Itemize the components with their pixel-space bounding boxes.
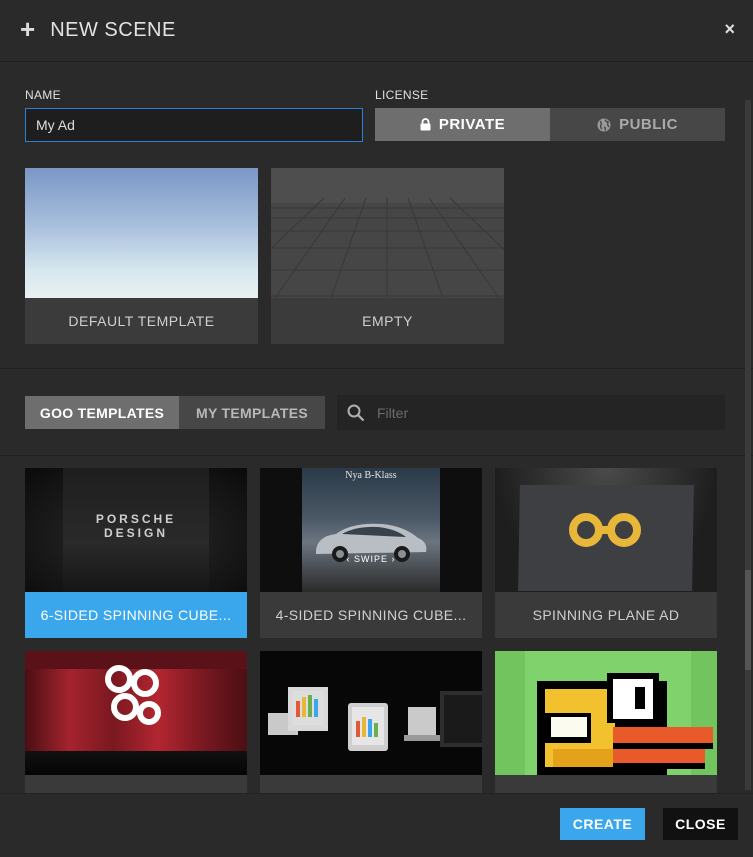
license-toggle: PRIVATE PUBLIC [375, 108, 725, 141]
goo-white-logo-icon [105, 665, 161, 725]
create-button[interactable]: CREATE [560, 808, 645, 840]
porsche-thumbnail: PORSCHE DESIGN [25, 468, 247, 592]
ad-headline: Nya B-Klass [345, 470, 397, 481]
template-card-curtain[interactable] [25, 651, 247, 793]
license-private-button[interactable]: PRIVATE [375, 108, 550, 141]
template-card-4-sided-cube[interactable]: Nya B-Klass ‹ SWIPE › 4-SIDED SPINNING C… [260, 468, 482, 638]
license-label: LICENSE [375, 88, 429, 102]
grid-thumbnail [271, 168, 504, 298]
close-icon[interactable]: × [724, 19, 735, 40]
default-template-card[interactable]: DEFAULT TEMPLATE [25, 168, 258, 344]
search-icon [347, 404, 365, 421]
flappy-bird-thumbnail [495, 651, 717, 775]
scrollbar-thumb[interactable] [745, 570, 751, 670]
dialog-header: + NEW SCENE × [0, 0, 753, 62]
porsche-logo-text: PORSCHE DESIGN [95, 512, 177, 540]
template-card-devices[interactable] [260, 651, 482, 793]
template-label [25, 775, 247, 793]
template-card-6-sided-cube[interactable]: PORSCHE DESIGN 6-SIDED SPINNING CUBE... [25, 468, 247, 638]
sky-thumbnail [25, 168, 258, 298]
templates-grid: PORSCHE DESIGN 6-SIDED SPINNING CUBE... N… [0, 457, 753, 793]
template-tabs: GOO TEMPLATES MY TEMPLATES [25, 396, 325, 429]
goo-plane-thumbnail [495, 468, 717, 592]
swipe-hint: ‹ SWIPE › [346, 554, 396, 564]
curtain-thumbnail [25, 651, 247, 775]
template-label: EMPTY [362, 313, 413, 329]
template-label: 4-SIDED SPINNING CUBE... [275, 607, 467, 623]
mercedes-thumbnail: Nya B-Klass ‹ SWIPE › [260, 468, 482, 592]
templates-scrollbar[interactable] [745, 100, 751, 790]
scene-settings: NAME LICENSE PRIVATE PUBLIC DEFAULT T [0, 63, 753, 369]
tab-goo-templates[interactable]: GOO TEMPLATES [25, 396, 179, 429]
license-private-label: PRIVATE [438, 116, 506, 133]
filter-input[interactable] [377, 404, 707, 421]
template-card-spinning-plane[interactable]: SPINNING PLANE AD [495, 468, 717, 638]
empty-template-card[interactable]: EMPTY [271, 168, 504, 344]
template-label [260, 775, 482, 793]
filter-field [337, 395, 725, 430]
license-public-label: PUBLIC [619, 116, 678, 133]
goo-logo-icon [569, 513, 641, 547]
name-label: NAME [25, 88, 61, 102]
template-label [495, 775, 717, 793]
new-scene-dialog: + NEW SCENE × NAME LICENSE PRIVATE PUBLI… [0, 0, 753, 857]
template-label: 6-SIDED SPINNING CUBE... [25, 592, 247, 638]
dialog-footer: CREATE CLOSE [0, 793, 753, 857]
template-card-flappy[interactable] [495, 651, 717, 793]
lock-icon [420, 118, 431, 131]
tab-my-templates[interactable]: MY TEMPLATES [179, 396, 325, 429]
template-label: DEFAULT TEMPLATE [68, 313, 215, 329]
devices-thumbnail [260, 651, 482, 775]
template-tabs-row: GOO TEMPLATES MY TEMPLATES [0, 370, 753, 456]
license-public-button[interactable]: PUBLIC [550, 108, 725, 141]
close-button[interactable]: CLOSE [663, 808, 738, 840]
name-input[interactable] [25, 108, 363, 142]
dialog-title: NEW SCENE [50, 19, 176, 41]
globe-icon [597, 118, 611, 131]
plus-icon: + [20, 14, 36, 44]
template-label: SPINNING PLANE AD [532, 607, 680, 623]
